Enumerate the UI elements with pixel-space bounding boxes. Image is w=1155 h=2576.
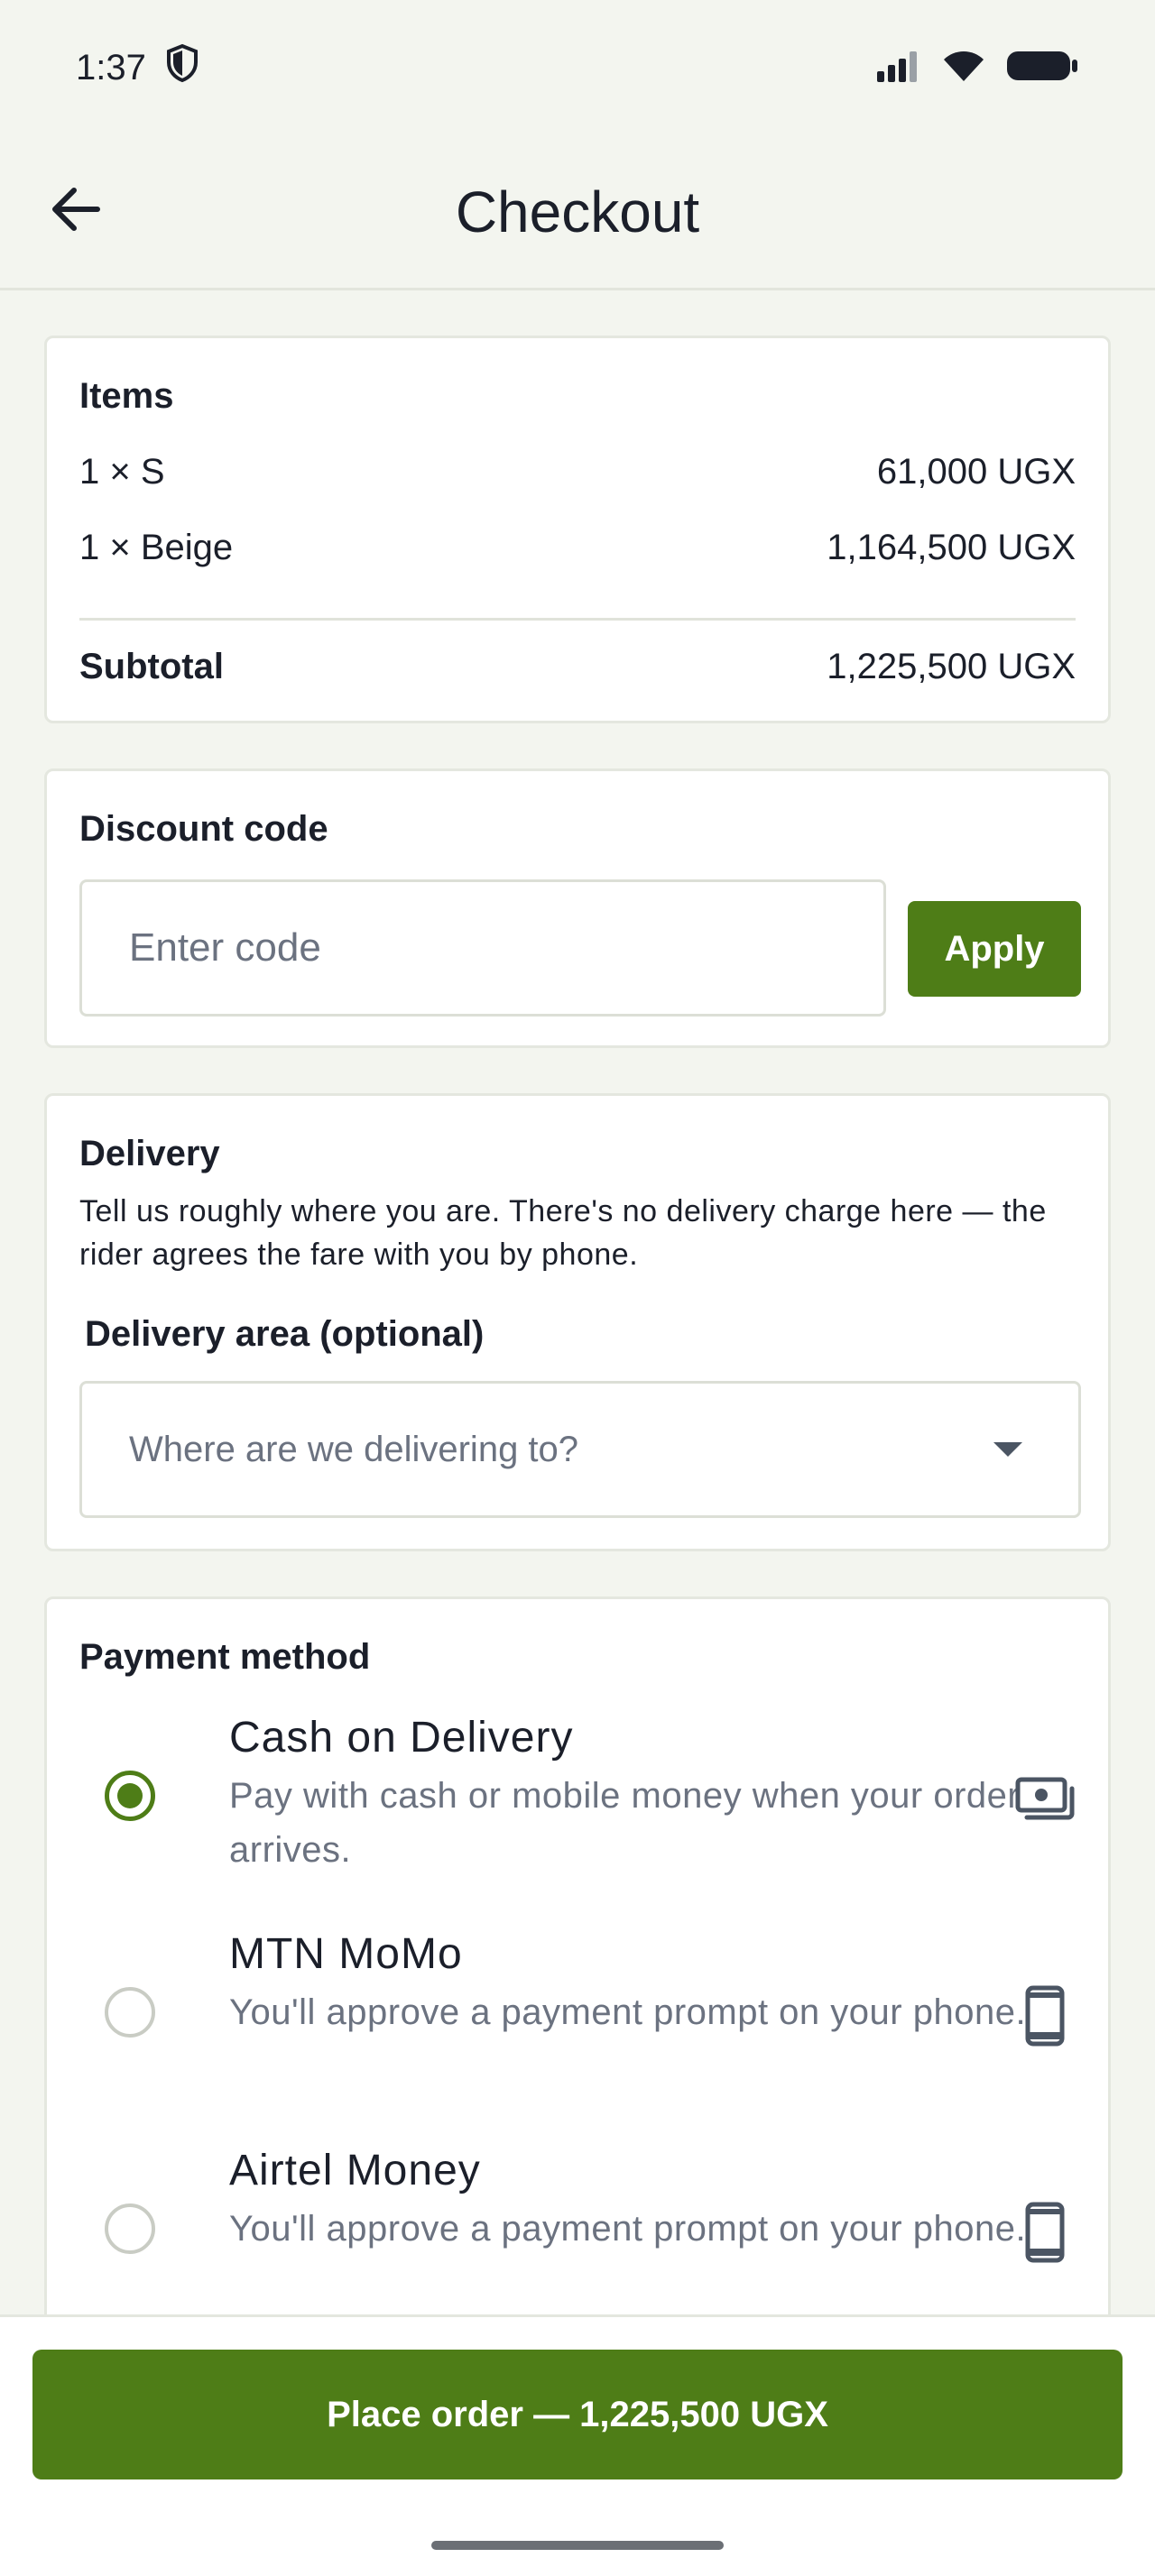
payment-option-mtn[interactable]: MTN MoMo You'll approve a payment prompt… (47, 1929, 1108, 2128)
delivery-area-dropdown[interactable]: Where are we delivering to? (79, 1381, 1081, 1518)
discount-code-input[interactable] (79, 879, 886, 1017)
radio-unselected[interactable] (105, 1987, 155, 2038)
cash-icon (1012, 1767, 1077, 1832)
back-button[interactable] (43, 179, 108, 244)
payment-option-description: Pay with cash or mobile money when your … (229, 1776, 1021, 1870)
payment-option-title: Airtel Money (229, 2147, 481, 2194)
line-item: 1 × S 61,000 UGX (79, 452, 1076, 492)
subtotal-label: Subtotal (79, 647, 224, 686)
subtotal-row: Subtotal 1,225,500 UGX (79, 647, 1076, 687)
delivery-title: Delivery (79, 1134, 220, 1173)
status-bar: 1:37 (0, 0, 1155, 135)
delivery-description: Tell us roughly where you are. There's n… (79, 1194, 1047, 1272)
discount-card: Discount code Apply (44, 768, 1111, 1048)
line-item-label: 1 × Beige (79, 528, 234, 567)
home-indicator[interactable] (431, 2541, 724, 2550)
divider (79, 618, 1076, 621)
line-item-amount: 61,000 UGX (876, 452, 1076, 492)
radio-selected[interactable] (105, 1771, 155, 1821)
page-title: Checkout (455, 179, 700, 244)
delivery-card: Delivery Tell us roughly where you are. … (44, 1093, 1111, 1551)
shield-icon (164, 43, 200, 92)
radio-unselected[interactable] (105, 2203, 155, 2254)
battery-icon (1005, 48, 1079, 88)
arrow-left-icon (51, 187, 101, 236)
app-bar: Checkout (0, 135, 1155, 290)
payment-title: Payment method (79, 1637, 371, 1677)
phone-icon (1012, 1983, 1077, 2048)
payment-option-title: Cash on Delivery (229, 1714, 574, 1762)
signal-icon (875, 50, 922, 87)
status-right (875, 48, 1079, 88)
delivery-area-label: Delivery area (optional) (85, 1314, 485, 1354)
delivery-area-placeholder: Where are we delivering to? (129, 1429, 579, 1469)
wifi-icon (942, 49, 985, 87)
line-item-label: 1 × S (79, 452, 165, 492)
bottom-bar: Place order — 1,225,500 UGX (0, 2314, 1155, 2576)
status-left: 1:37 (76, 43, 200, 92)
payment-option-title: MTN MoMo (229, 1930, 463, 1978)
items-title: Items (79, 376, 174, 416)
apply-button[interactable]: Apply (908, 901, 1081, 997)
place-order-button[interactable]: Place order — 1,225,500 UGX (32, 2350, 1123, 2479)
payment-option-description: You'll approve a payment prompt on your … (229, 2209, 1027, 2249)
items-card: Items 1 × S 61,000 UGX 1 × Beige 1,164,5… (44, 336, 1111, 723)
payment-option-cash[interactable]: Cash on Delivery Pay with cash or mobile… (47, 1713, 1108, 1911)
caret-down-icon (993, 1442, 1022, 1457)
line-item: 1 × Beige 1,164,500 UGX (79, 528, 1076, 568)
payment-option-description: You'll approve a payment prompt on your … (229, 1992, 1027, 2032)
phone-icon (1012, 2200, 1077, 2265)
discount-title: Discount code (79, 809, 328, 849)
status-time: 1:37 (76, 47, 146, 87)
line-item-amount: 1,164,500 UGX (827, 528, 1076, 567)
subtotal-amount: 1,225,500 UGX (827, 647, 1076, 686)
